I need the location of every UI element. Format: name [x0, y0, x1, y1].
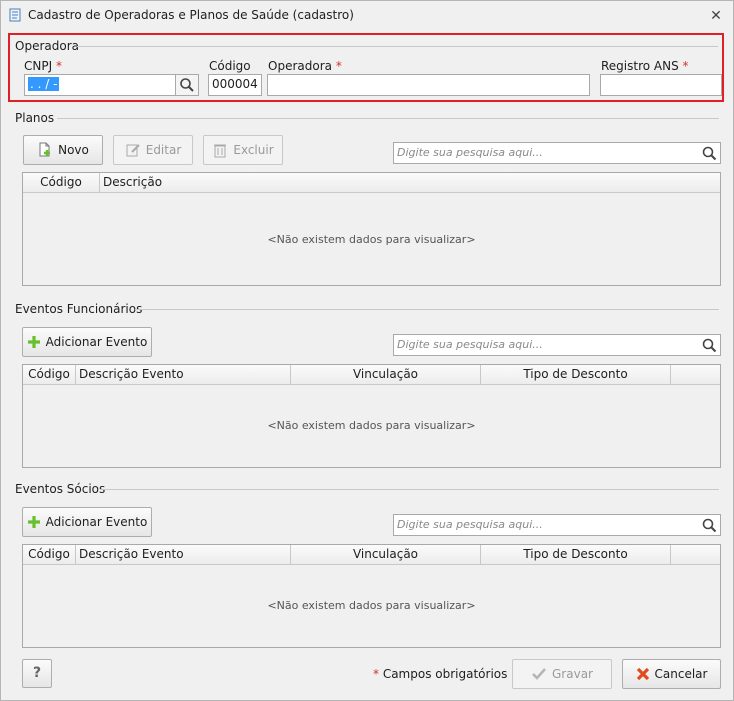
column-header-descricao-evento[interactable]: Descrição Evento [76, 365, 291, 384]
eventos-funcionarios-empty-message: <Não existem dados para visualizar> [267, 419, 476, 432]
eventos-funcionarios-grid[interactable]: Código Descrição Evento Vinculação Tipo … [22, 364, 721, 468]
eventos-funcionarios-grid-header: Código Descrição Evento Vinculação Tipo … [23, 365, 720, 385]
window-title: Cadastro de Operadoras e Planos de Saúde… [28, 8, 354, 22]
column-header-codigo[interactable]: Código [23, 365, 76, 384]
checkmark-icon [532, 668, 546, 680]
trash-icon [214, 144, 227, 158]
eventos-socios-search-button[interactable] [699, 514, 721, 536]
edit-icon [126, 144, 140, 157]
planos-grid[interactable]: Código Descrição <Não existem dados para… [22, 172, 721, 286]
codigo-label: Código [209, 59, 251, 73]
close-icon[interactable]: ✕ [709, 9, 723, 23]
planos-empty-message: <Não existem dados para visualizar> [267, 233, 476, 246]
column-header-tipo-desconto[interactable]: Tipo de Desconto [481, 365, 671, 384]
cnpj-label: CNPJ * [24, 59, 62, 73]
dialog-window: Cadastro de Operadoras e Planos de Saúde… [0, 0, 734, 701]
eventos-socios-search-input[interactable]: Digite sua pesquisa aqui... [393, 514, 700, 536]
eventos-socios-divider [100, 489, 719, 490]
registro-ans-label: Registro ANS * [601, 59, 689, 73]
adicionar-evento-socio-button[interactable]: Adicionar Evento [22, 507, 152, 537]
planos-grid-header: Código Descrição [23, 173, 720, 193]
editar-button[interactable]: Editar [113, 135, 193, 165]
adicionar-evento-funcionario-button[interactable]: Adicionar Evento [22, 327, 152, 357]
eventos-funcionarios-section-label: Eventos Funcionários [15, 302, 143, 316]
planos-divider [57, 118, 719, 119]
column-header-codigo[interactable]: Código [23, 173, 100, 192]
cnpj-field[interactable]: . . / - [24, 74, 176, 96]
operadora-divider [77, 46, 718, 47]
planos-search-input[interactable]: Digite sua pesquisa aqui... [393, 142, 700, 164]
eventos-socios-grid-header: Código Descrição Evento Vinculação Tipo … [23, 545, 720, 565]
column-header-descricao[interactable]: Descrição [100, 173, 720, 192]
planos-section-label: Planos [15, 111, 55, 125]
title-bar: Cadastro de Operadoras e Planos de Saúde… [1, 1, 733, 29]
eventos-funcionarios-search-button[interactable] [699, 334, 721, 356]
codigo-field[interactable]: 000004 [208, 74, 262, 96]
column-header-vinculacao[interactable]: Vinculação [291, 365, 481, 384]
cnpj-value: . . / - [28, 77, 60, 91]
eventos-socios-empty-message: <Não existem dados para visualizar> [267, 599, 476, 612]
cnpj-search-button[interactable] [175, 74, 199, 96]
eventos-funcionarios-search-input[interactable]: Digite sua pesquisa aqui... [393, 334, 700, 356]
required-fields-note: * Campos obrigatórios [373, 667, 508, 681]
column-header-descricao-evento[interactable]: Descrição Evento [76, 545, 291, 564]
search-icon [180, 78, 194, 92]
help-button[interactable]: ? [22, 659, 52, 688]
eventos-socios-grid[interactable]: Código Descrição Evento Vinculação Tipo … [22, 544, 721, 648]
novo-button[interactable]: Novo [23, 135, 103, 165]
eventos-funcionarios-divider [135, 309, 719, 310]
column-header-vinculacao[interactable]: Vinculação [291, 545, 481, 564]
cancelar-button[interactable]: Cancelar [622, 659, 721, 689]
form-icon [9, 8, 21, 22]
column-header-codigo[interactable]: Código [23, 545, 76, 564]
gravar-button[interactable]: Gravar [512, 659, 612, 689]
excluir-button[interactable]: Excluir [203, 135, 283, 165]
cancel-x-icon [636, 667, 649, 681]
column-header-tipo-desconto[interactable]: Tipo de Desconto [481, 545, 671, 564]
new-document-icon [39, 142, 51, 157]
plus-icon [27, 336, 40, 348]
registro-ans-field[interactable] [600, 74, 722, 96]
search-icon [702, 146, 717, 161]
operadora-label: Operadora * [268, 59, 342, 73]
search-icon [702, 338, 717, 353]
operadora-section-label: Operadora [15, 39, 79, 53]
eventos-socios-section-label: Eventos Sócios [15, 482, 106, 496]
search-icon [702, 518, 717, 533]
operadora-field[interactable] [267, 74, 590, 96]
plus-icon [27, 516, 40, 528]
planos-search-button[interactable] [699, 142, 721, 164]
